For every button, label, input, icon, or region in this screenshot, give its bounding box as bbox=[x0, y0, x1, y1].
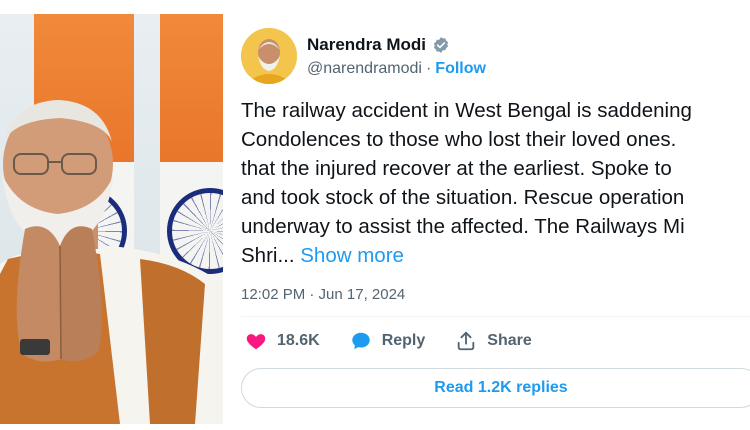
reply-button[interactable]: Reply bbox=[350, 330, 426, 352]
tweet-text-content: The railway accident in West Bengal is s… bbox=[241, 99, 692, 267]
tweet-text: The railway accident in West Bengal is s… bbox=[241, 96, 750, 270]
verified-badge-icon bbox=[432, 36, 450, 54]
author-avatar[interactable] bbox=[241, 28, 297, 84]
tweet-actions: 18.6K Reply Share bbox=[245, 330, 562, 352]
tweet-card: Narendra Modi @narendramodi · Follow The… bbox=[223, 0, 750, 430]
tweet-timestamp[interactable]: 12:02 PM · Jun 17, 2024 bbox=[241, 286, 405, 303]
read-replies-button[interactable]: Read 1.2K replies bbox=[241, 368, 750, 408]
tweet-photo[interactable] bbox=[0, 14, 223, 424]
like-count: 18.6K bbox=[277, 332, 320, 349]
share-label: Share bbox=[487, 332, 532, 349]
like-button[interactable]: 18.6K bbox=[245, 330, 320, 352]
share-upload-icon bbox=[455, 330, 477, 352]
tweet-author: Narendra Modi @narendramodi · Follow bbox=[241, 28, 486, 84]
author-handle[interactable]: @narendramodi bbox=[307, 60, 422, 78]
share-button[interactable]: Share bbox=[455, 330, 532, 352]
show-more-link[interactable]: Show more bbox=[300, 244, 404, 267]
handle-separator: · bbox=[425, 59, 432, 77]
heart-icon bbox=[245, 330, 267, 352]
divider bbox=[241, 316, 750, 317]
person-figure bbox=[0, 100, 223, 424]
reply-label: Reply bbox=[381, 332, 426, 349]
follow-button[interactable]: Follow bbox=[435, 60, 486, 78]
author-name[interactable]: Narendra Modi bbox=[307, 35, 426, 55]
speech-bubble-icon bbox=[350, 330, 372, 352]
